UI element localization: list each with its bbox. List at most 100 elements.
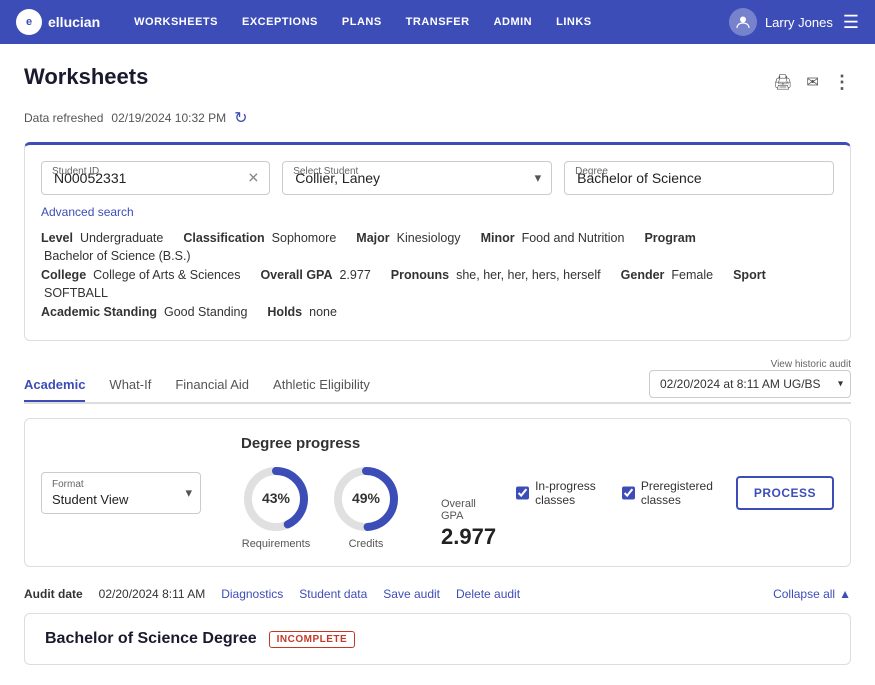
more-icon[interactable] [833, 72, 851, 93]
collapse-chevron-icon: ▲ [839, 587, 851, 601]
overall-gpa-label: Overall GPA [441, 498, 496, 522]
pronouns-label: Pronouns [391, 268, 449, 282]
email-icon[interactable] [806, 73, 819, 91]
select-student-label: Select Student [293, 166, 358, 177]
tab-athletic-eligibility[interactable]: Athletic Eligibility [273, 369, 370, 402]
inprogress-label: In-progress classes [535, 479, 606, 507]
user-info: Larry Jones [729, 8, 833, 36]
major-value: Kinesiology [397, 231, 461, 245]
classification-label: Classification [183, 231, 264, 245]
hamburger-icon[interactable]: ☰ [843, 12, 859, 33]
circles-wrap: 43% Requirements 49% Credits [241, 464, 496, 550]
holds-label: Holds [267, 305, 302, 319]
degree-label: Degree [575, 166, 608, 177]
credits-donut: 49% [331, 464, 401, 534]
preregistered-checkbox-item[interactable]: Preregistered classes [622, 479, 720, 507]
user-avatar [729, 8, 757, 36]
program-label: Program [644, 231, 695, 245]
academic-standing-value: Good Standing [164, 305, 247, 319]
student-id-label: Student ID [52, 166, 99, 177]
degree-section: Bachelor of Science Degree INCOMPLETE [24, 613, 851, 665]
nav-links[interactable]: LINKS [546, 0, 602, 44]
process-button[interactable]: PROCESS [736, 476, 834, 510]
print-icon[interactable] [773, 73, 792, 91]
collapse-all-label: Collapse all [773, 587, 835, 601]
student-fields: Student ID N00052331 ✕ Select Student Co… [41, 161, 834, 195]
clear-icon[interactable]: ✕ [248, 170, 260, 187]
tab-financial-aid[interactable]: Financial Aid [175, 369, 249, 402]
college-value: College of Arts & Sciences [93, 268, 240, 282]
select-student-field[interactable]: Select Student Collier, Laney [282, 161, 552, 195]
nav-transfer[interactable]: TRANSFER [396, 0, 480, 44]
navigation: e ellucian WORKSHEETS EXCEPTIONS PLANS T… [0, 0, 875, 44]
degree-progress-card: Format Student View Degree progress 43% [24, 418, 851, 567]
nav-worksheets[interactable]: WORKSHEETS [124, 0, 228, 44]
tabs-row: Academic What-If Financial Aid Athletic … [24, 359, 851, 402]
format-dropdown[interactable]: Format Student View [41, 472, 201, 514]
gpa-label: Overall GPA [260, 268, 332, 282]
overall-gpa-value: 2.977 [441, 524, 496, 550]
nav-links: WORKSHEETS EXCEPTIONS PLANS TRANSFER ADM… [124, 0, 729, 44]
level-value: Undergraduate [80, 231, 163, 245]
logo-text: ellucian [48, 14, 100, 30]
preregistered-label: Preregistered classes [641, 479, 720, 507]
inprogress-checkbox[interactable] [516, 486, 529, 500]
degree-section-title: Bachelor of Science Degree [45, 630, 257, 648]
pronouns-value: she, her, her, hers, herself [456, 268, 601, 282]
svg-text:43%: 43% [262, 490, 291, 506]
select-chevron-icon[interactable] [535, 170, 542, 186]
refresh-label: Data refreshed [24, 111, 103, 125]
nav-right: Larry Jones ☰ [729, 8, 859, 36]
level-label: Level [41, 231, 73, 245]
audit-select-wrap: 02/20/2024 at 8:11 AM UG/BS [649, 370, 851, 398]
nav-exceptions[interactable]: EXCEPTIONS [232, 0, 328, 44]
main-tabs: Academic What-If Financial Aid Athletic … [24, 369, 621, 401]
nav-plans[interactable]: PLANS [332, 0, 392, 44]
overall-gpa-section: Overall GPA 2.977 [441, 498, 496, 550]
refresh-bar: Data refreshed 02/19/2024 10:32 PM [24, 108, 851, 128]
audit-select[interactable]: 02/20/2024 at 8:11 AM UG/BS [649, 370, 851, 398]
major-label: Major [356, 231, 389, 245]
requirements-label: Requirements [242, 538, 310, 550]
logo-icon: e [16, 9, 42, 35]
audit-date-label: Audit date [24, 587, 83, 601]
college-label: College [41, 268, 86, 282]
refresh-icon[interactable] [234, 108, 247, 128]
minor-label: Minor [481, 231, 515, 245]
classification-value: Sophomore [272, 231, 337, 245]
save-audit-link[interactable]: Save audit [383, 587, 440, 601]
refresh-date: 02/19/2024 10:32 PM [111, 111, 226, 125]
user-name: Larry Jones [765, 15, 833, 30]
credits-circle: 49% Credits [331, 464, 401, 550]
advanced-search-link[interactable]: Advanced search [41, 205, 834, 219]
nav-admin[interactable]: ADMIN [484, 0, 543, 44]
degree-progress-section: Degree progress 43% Requirements [241, 435, 496, 550]
gpa-value: 2.977 [339, 268, 370, 282]
diagnostics-link[interactable]: Diagnostics [221, 587, 283, 601]
minor-value: Food and Nutrition [522, 231, 625, 245]
audit-date-value: 02/20/2024 8:11 AM [99, 587, 206, 601]
requirements-circle: 43% Requirements [241, 464, 311, 550]
student-data-link[interactable]: Student data [299, 587, 367, 601]
format-chevron-icon [185, 485, 192, 501]
preregistered-checkbox[interactable] [622, 486, 635, 500]
tab-academic[interactable]: Academic [24, 369, 85, 402]
audit-select-label: View historic audit [771, 359, 851, 370]
gender-value: Female [671, 268, 713, 282]
program-value: Bachelor of Science (B.S.) [44, 249, 191, 263]
collapse-all-button[interactable]: Collapse all ▲ [773, 587, 851, 601]
student-info-row-2: College College of Arts & Sciences Overa… [41, 268, 834, 300]
delete-audit-link[interactable]: Delete audit [456, 587, 520, 601]
requirements-donut: 43% [241, 464, 311, 534]
tab-what-if[interactable]: What-If [109, 369, 151, 402]
format-label: Format [52, 479, 190, 490]
logo: e ellucian [16, 9, 100, 35]
checkbox-group: In-progress classes Preregistered classe… [516, 476, 834, 510]
incomplete-badge: INCOMPLETE [269, 631, 356, 648]
sport-value: SOFTBALL [44, 286, 108, 300]
credits-label: Credits [349, 538, 384, 550]
degree-section-header: Bachelor of Science Degree INCOMPLETE [45, 630, 830, 648]
sport-label: Sport [733, 268, 766, 282]
format-value: Student View [52, 492, 190, 507]
inprogress-checkbox-item[interactable]: In-progress classes [516, 479, 606, 507]
